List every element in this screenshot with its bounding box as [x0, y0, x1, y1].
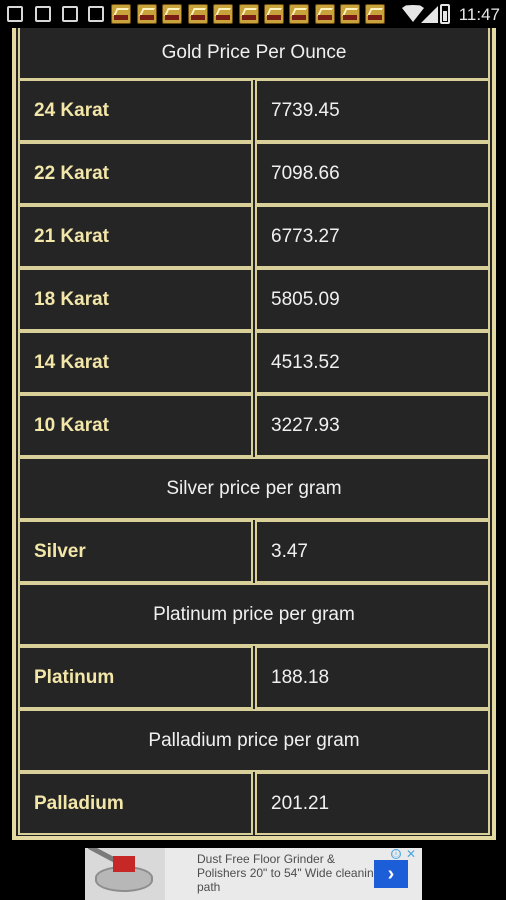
- table-row: Palladium 201.21: [18, 772, 490, 835]
- ad-image[interactable]: [85, 848, 165, 900]
- row-value: 6773.27: [255, 205, 490, 268]
- app-notification-icon: [213, 4, 233, 24]
- table-row: 18 Karat 5805.09: [18, 268, 490, 331]
- row-label: Platinum: [18, 646, 253, 709]
- silver-price-header: Silver price per gram: [18, 457, 490, 520]
- palladium-price-header: Palladium price per gram: [18, 709, 490, 772]
- tools-icon: [62, 6, 78, 22]
- app-notification-icon: [315, 4, 335, 24]
- row-value: 3227.93: [255, 394, 490, 457]
- ad-banner[interactable]: Dust Free Floor Grinder & Polishers 20" …: [85, 847, 422, 900]
- row-value: 5805.09: [255, 268, 490, 331]
- row-value: 188.18: [255, 646, 490, 709]
- table-row: 22 Karat 7098.66: [18, 142, 490, 205]
- close-icon[interactable]: ✕: [406, 847, 416, 861]
- platinum-price-header: Platinum price per gram: [18, 583, 490, 646]
- palladium-header-row: Palladium price per gram: [18, 709, 490, 772]
- grinder-motor: [113, 856, 135, 872]
- clock: 11:47: [458, 5, 500, 24]
- row-label: 21 Karat: [18, 205, 253, 268]
- battery-icon: [440, 4, 450, 24]
- app-notification-icon: [137, 4, 157, 24]
- row-value: 4513.52: [255, 331, 490, 394]
- wifi-icon: [402, 5, 424, 22]
- row-label: 18 Karat: [18, 268, 253, 331]
- info-icon[interactable]: ⓘ: [391, 849, 401, 859]
- table-row: Silver 3.47: [18, 520, 490, 583]
- silver-header-row: Silver price per gram: [18, 457, 490, 520]
- gold-header-row: Gold Price Per Ounce: [18, 28, 490, 80]
- app-notification-icon: [188, 4, 208, 24]
- status-bar: 11:47: [0, 0, 506, 28]
- row-value: 7739.45: [255, 79, 490, 142]
- ad-open-button[interactable]: ›: [374, 860, 408, 888]
- row-label: 10 Karat: [18, 394, 253, 457]
- table-row: Platinum 188.18: [18, 646, 490, 709]
- ad-text[interactable]: Dust Free Floor Grinder & Polishers 20" …: [197, 852, 385, 894]
- table-row: 24 Karat 7739.45: [18, 79, 490, 142]
- table-row: 10 Karat 3227.93: [18, 394, 490, 457]
- row-value: 7098.66: [255, 142, 490, 205]
- platinum-header-row: Platinum price per gram: [18, 583, 490, 646]
- app-notification-icon: [162, 4, 182, 24]
- table-row: 21 Karat 6773.27: [18, 205, 490, 268]
- rates-panel: Gold Price Per Ounce 24 Karat 7739.45 22…: [12, 28, 496, 840]
- facebook-icon: [35, 6, 51, 22]
- app-notification-icon: [365, 4, 385, 24]
- app-notification-icon: [289, 4, 309, 24]
- table-row: 14 Karat 4513.52: [18, 331, 490, 394]
- row-label: 24 Karat: [18, 79, 253, 142]
- app-notification-icon: [239, 4, 259, 24]
- back-arrow-icon: [7, 6, 23, 22]
- row-label: 14 Karat: [18, 331, 253, 394]
- row-label: Palladium: [18, 772, 253, 835]
- row-value: 201.21: [255, 772, 490, 835]
- row-label: Silver: [18, 520, 253, 583]
- gold-price-header: Gold Price Per Ounce: [18, 28, 490, 80]
- app-notification-icon: [264, 4, 284, 24]
- row-value: 3.47: [255, 520, 490, 583]
- app-notification-icon: [111, 4, 131, 24]
- row-label: 22 Karat: [18, 142, 253, 205]
- image-icon: [88, 6, 104, 22]
- app-notification-icon: [340, 4, 360, 24]
